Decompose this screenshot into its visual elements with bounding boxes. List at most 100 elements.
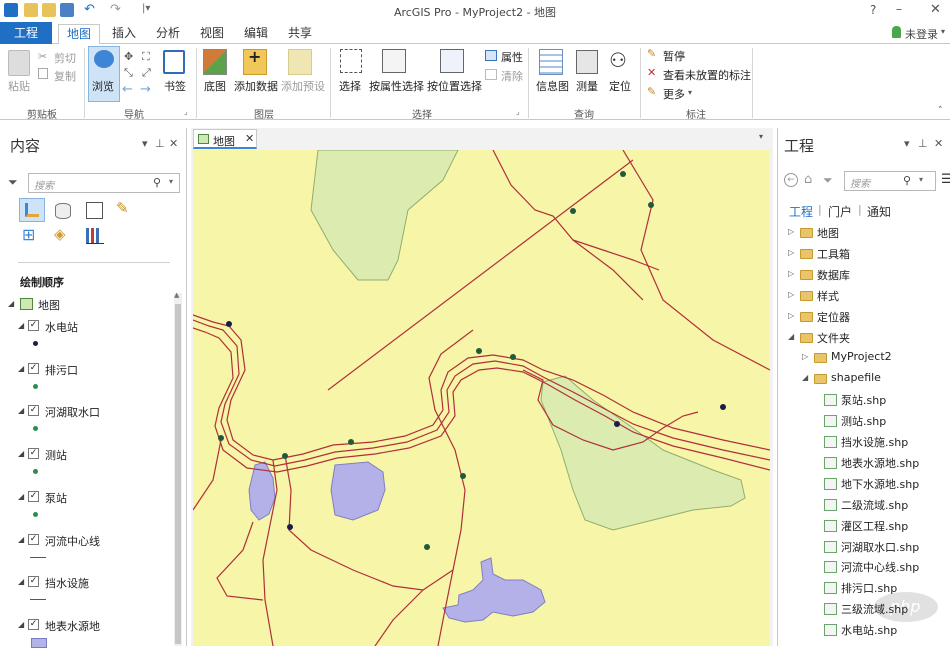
catalog-search-input[interactable]: 搜索 ⚲ ▾ xyxy=(844,171,936,191)
map-point-feature[interactable] xyxy=(510,354,516,360)
map-point-feature[interactable] xyxy=(720,404,726,410)
tab-view[interactable]: 视图 xyxy=(196,24,228,44)
binoculars-icon[interactable]: ⚇ xyxy=(609,48,627,72)
attributes-button[interactable]: 属性 xyxy=(501,49,523,65)
layer-row[interactable]: ◢ ✓ 地表水源地 xyxy=(0,617,175,635)
expand-triangle-icon[interactable]: ◢ xyxy=(18,492,24,501)
expand-triangle-icon[interactable]: ◢ xyxy=(18,321,24,330)
clear-icon[interactable] xyxy=(485,69,497,80)
measure-icon[interactable] xyxy=(576,50,598,74)
search-icon[interactable]: ⚲ xyxy=(153,176,161,189)
expand-triangle-icon[interactable]: ◢ xyxy=(18,620,24,629)
pause-labeling-button[interactable]: 暂停 xyxy=(663,48,685,64)
help-button[interactable]: ? xyxy=(870,3,876,17)
map-point-feature[interactable] xyxy=(424,544,430,550)
close-tab-icon[interactable]: ✕ xyxy=(245,132,254,145)
home-icon[interactable]: ⌂ xyxy=(804,172,812,187)
visibility-checkbox[interactable]: ✓ xyxy=(28,490,39,502)
catalog-tab-notifications[interactable]: 通知 xyxy=(867,203,891,220)
tab-project[interactable]: 工程 xyxy=(0,22,52,44)
tab-map[interactable]: 地图 xyxy=(58,24,100,45)
pin-icon[interactable]: ⊥ xyxy=(155,137,165,150)
fixed-zoom-icon[interactable]: ⤡ xyxy=(124,66,133,80)
close-window-button[interactable]: ✕ xyxy=(930,2,941,17)
visibility-checkbox[interactable]: ✓ xyxy=(28,362,39,374)
map-node[interactable]: ◢ 地图 xyxy=(0,296,175,314)
map-point-feature[interactable] xyxy=(348,439,354,445)
cut-icon[interactable]: ✂ xyxy=(38,50,47,63)
list-by-source-icon[interactable] xyxy=(55,203,71,219)
back-arrow-icon[interactable]: ← xyxy=(122,82,133,97)
layer-row[interactable]: ◢ ✓ 水电站 xyxy=(0,318,175,336)
collapsed-triangle-icon[interactable]: ▷ xyxy=(802,352,808,361)
tab-edit[interactable]: 编辑 xyxy=(240,24,272,44)
list-by-selection-icon[interactable] xyxy=(86,202,103,219)
contents-search-input[interactable]: 搜索 ⚲ ▾ xyxy=(28,173,180,193)
expanded-triangle-icon[interactable]: ◢ xyxy=(802,373,808,382)
attributes-icon[interactable] xyxy=(485,50,497,61)
login-status[interactable]: 未登录 xyxy=(905,26,938,42)
layer-symbol[interactable] xyxy=(30,556,46,558)
layer-row[interactable]: ◢ ✓ 挡水设施 xyxy=(0,574,175,592)
back-icon[interactable]: ← xyxy=(784,173,798,187)
select-by-attributes-icon[interactable] xyxy=(382,49,406,73)
copy-icon[interactable] xyxy=(38,68,48,79)
cut-button[interactable]: 剪切 xyxy=(54,50,76,66)
add-preset-button[interactable]: 添加预设 xyxy=(281,78,325,94)
bookmarks-button[interactable]: 书签 xyxy=(164,78,186,94)
infographics-button[interactable]: 信息图 xyxy=(536,78,569,94)
pin-icon[interactable]: ⊥ xyxy=(918,137,928,150)
map-point-feature[interactable] xyxy=(476,348,482,354)
bookmarks-icon[interactable] xyxy=(163,50,185,74)
layer-row[interactable]: ◢ ✓ 测站 xyxy=(0,446,175,464)
collapsed-triangle-icon[interactable]: ▷ xyxy=(788,227,794,236)
tab-analysis[interactable]: 分析 xyxy=(152,24,184,44)
visibility-checkbox[interactable]: ✓ xyxy=(28,405,39,417)
layer-symbol[interactable] xyxy=(30,599,46,601)
list-by-labeling-icon[interactable]: ◈ xyxy=(54,225,66,243)
pane-menu-icon[interactable]: ▾ xyxy=(142,137,148,150)
select-button[interactable]: 选择 xyxy=(339,78,361,94)
pause-icon[interactable]: ✎ xyxy=(647,47,656,60)
collapse-ribbon-icon[interactable]: ˄ xyxy=(938,106,943,116)
map-point-feature[interactable] xyxy=(460,473,466,479)
more-icon[interactable]: ✎ xyxy=(647,85,656,98)
filter-icon[interactable]: ⏷ xyxy=(823,173,833,188)
basemap-button[interactable]: 底图 xyxy=(204,78,226,94)
select-by-location-icon[interactable] xyxy=(440,49,464,73)
visibility-checkbox[interactable]: ✓ xyxy=(28,533,39,545)
catalog-tab-project[interactable]: 工程 xyxy=(789,203,813,220)
chevron-down-icon[interactable]: ▾ xyxy=(169,177,173,186)
menu-icon[interactable]: ☰ xyxy=(941,172,950,187)
pane-menu-icon[interactable]: ▾ xyxy=(904,137,910,150)
chevron-down-icon[interactable]: ▾ xyxy=(919,175,923,184)
unplaced-labels-icon[interactable]: ✕ xyxy=(647,66,656,79)
expanded-triangle-icon[interactable]: ◢ xyxy=(788,332,794,341)
filter-icon[interactable]: ⏷ xyxy=(8,175,18,190)
full-extent-icon[interactable]: ⛶ xyxy=(142,50,150,64)
visibility-checkbox[interactable]: ✓ xyxy=(28,320,39,331)
paste-button[interactable]: 粘贴 xyxy=(8,78,30,94)
add-preset-icon[interactable] xyxy=(288,49,312,75)
select-icon[interactable] xyxy=(340,49,362,73)
expand-triangle-icon[interactable]: ◢ xyxy=(18,364,24,373)
map-point-feature[interactable] xyxy=(570,208,576,214)
list-by-editing-icon[interactable]: ✎ xyxy=(116,199,129,217)
add-data-button[interactable]: 添加数据 xyxy=(234,78,278,94)
scrollbar-thumb[interactable] xyxy=(175,304,181,644)
measure-button[interactable]: 测量 xyxy=(576,78,598,94)
locate-button[interactable]: 定位 xyxy=(609,78,631,94)
map-canvas[interactable] xyxy=(193,150,770,646)
map-point-feature[interactable] xyxy=(282,453,288,459)
close-pane-icon[interactable]: ✕ xyxy=(934,137,943,150)
layer-symbol[interactable] xyxy=(31,637,47,648)
expand-triangle-icon[interactable]: ◢ xyxy=(18,406,24,415)
layer-row[interactable]: ◢ ✓ 排污口 xyxy=(0,361,175,379)
catalog-tab-portal[interactable]: 门户 xyxy=(828,203,852,220)
paste-icon[interactable] xyxy=(8,50,30,76)
map-tab[interactable]: 地图 ✕ xyxy=(193,129,257,149)
layer-symbol[interactable] xyxy=(33,383,38,389)
map-point-feature[interactable] xyxy=(648,202,654,208)
copy-button[interactable]: 复制 xyxy=(54,68,76,84)
basemap-icon[interactable] xyxy=(203,49,227,75)
